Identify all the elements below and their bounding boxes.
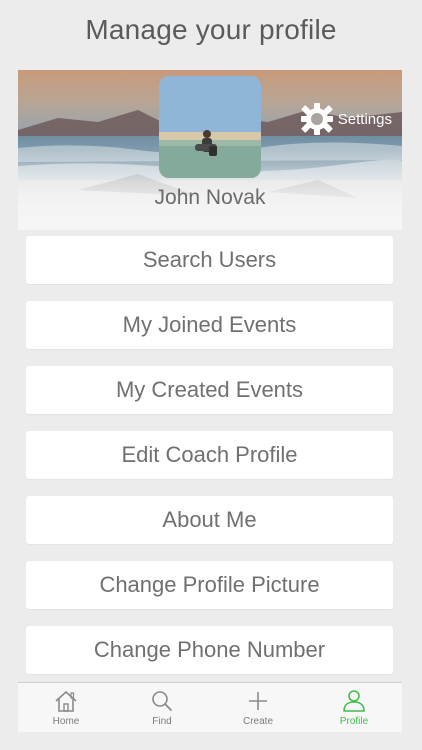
tab-find[interactable]: Find (114, 683, 210, 733)
my-joined-events-button[interactable]: My Joined Events (26, 301, 393, 349)
settings-button[interactable]: Settings (300, 102, 392, 136)
profile-card: Settings John Novak Search Users My Join… (18, 70, 402, 682)
search-icon (152, 691, 172, 711)
gear-icon (300, 103, 333, 135)
tab-home-label: Home (52, 716, 80, 727)
tab-create[interactable]: Create (210, 683, 306, 733)
home-icon (55, 691, 77, 712)
person-icon (343, 690, 365, 712)
tab-bar: Home Find Create Profile (18, 682, 402, 733)
profile-header-banner: Settings John Novak (18, 70, 402, 230)
profile-menu: Search Users My Joined Events My Created… (26, 236, 393, 682)
page-title: Manage your profile (85, 14, 337, 45)
user-name: John Novak (154, 186, 266, 209)
tab-profile-label: Profile (339, 716, 369, 727)
tab-profile[interactable]: Profile (306, 683, 402, 733)
search-users-button[interactable]: Search Users (26, 236, 393, 284)
profile-photo-image (159, 76, 261, 178)
avatar[interactable] (159, 76, 261, 178)
plus-icon (249, 692, 267, 710)
tab-home[interactable]: Home (18, 683, 114, 733)
settings-label: Settings (337, 110, 392, 128)
edit-coach-profile-button[interactable]: Edit Coach Profile (26, 431, 393, 479)
tab-create-label: Create (242, 716, 273, 727)
tab-find-label: Find (152, 716, 172, 727)
my-created-events-button[interactable]: My Created Events (26, 366, 393, 414)
about-me-button[interactable]: About Me (26, 496, 393, 544)
bottom-spacer (0, 732, 422, 750)
change-phone-number-button[interactable]: Change Phone Number (26, 626, 393, 674)
change-profile-picture-button[interactable]: Change Profile Picture (26, 561, 393, 609)
